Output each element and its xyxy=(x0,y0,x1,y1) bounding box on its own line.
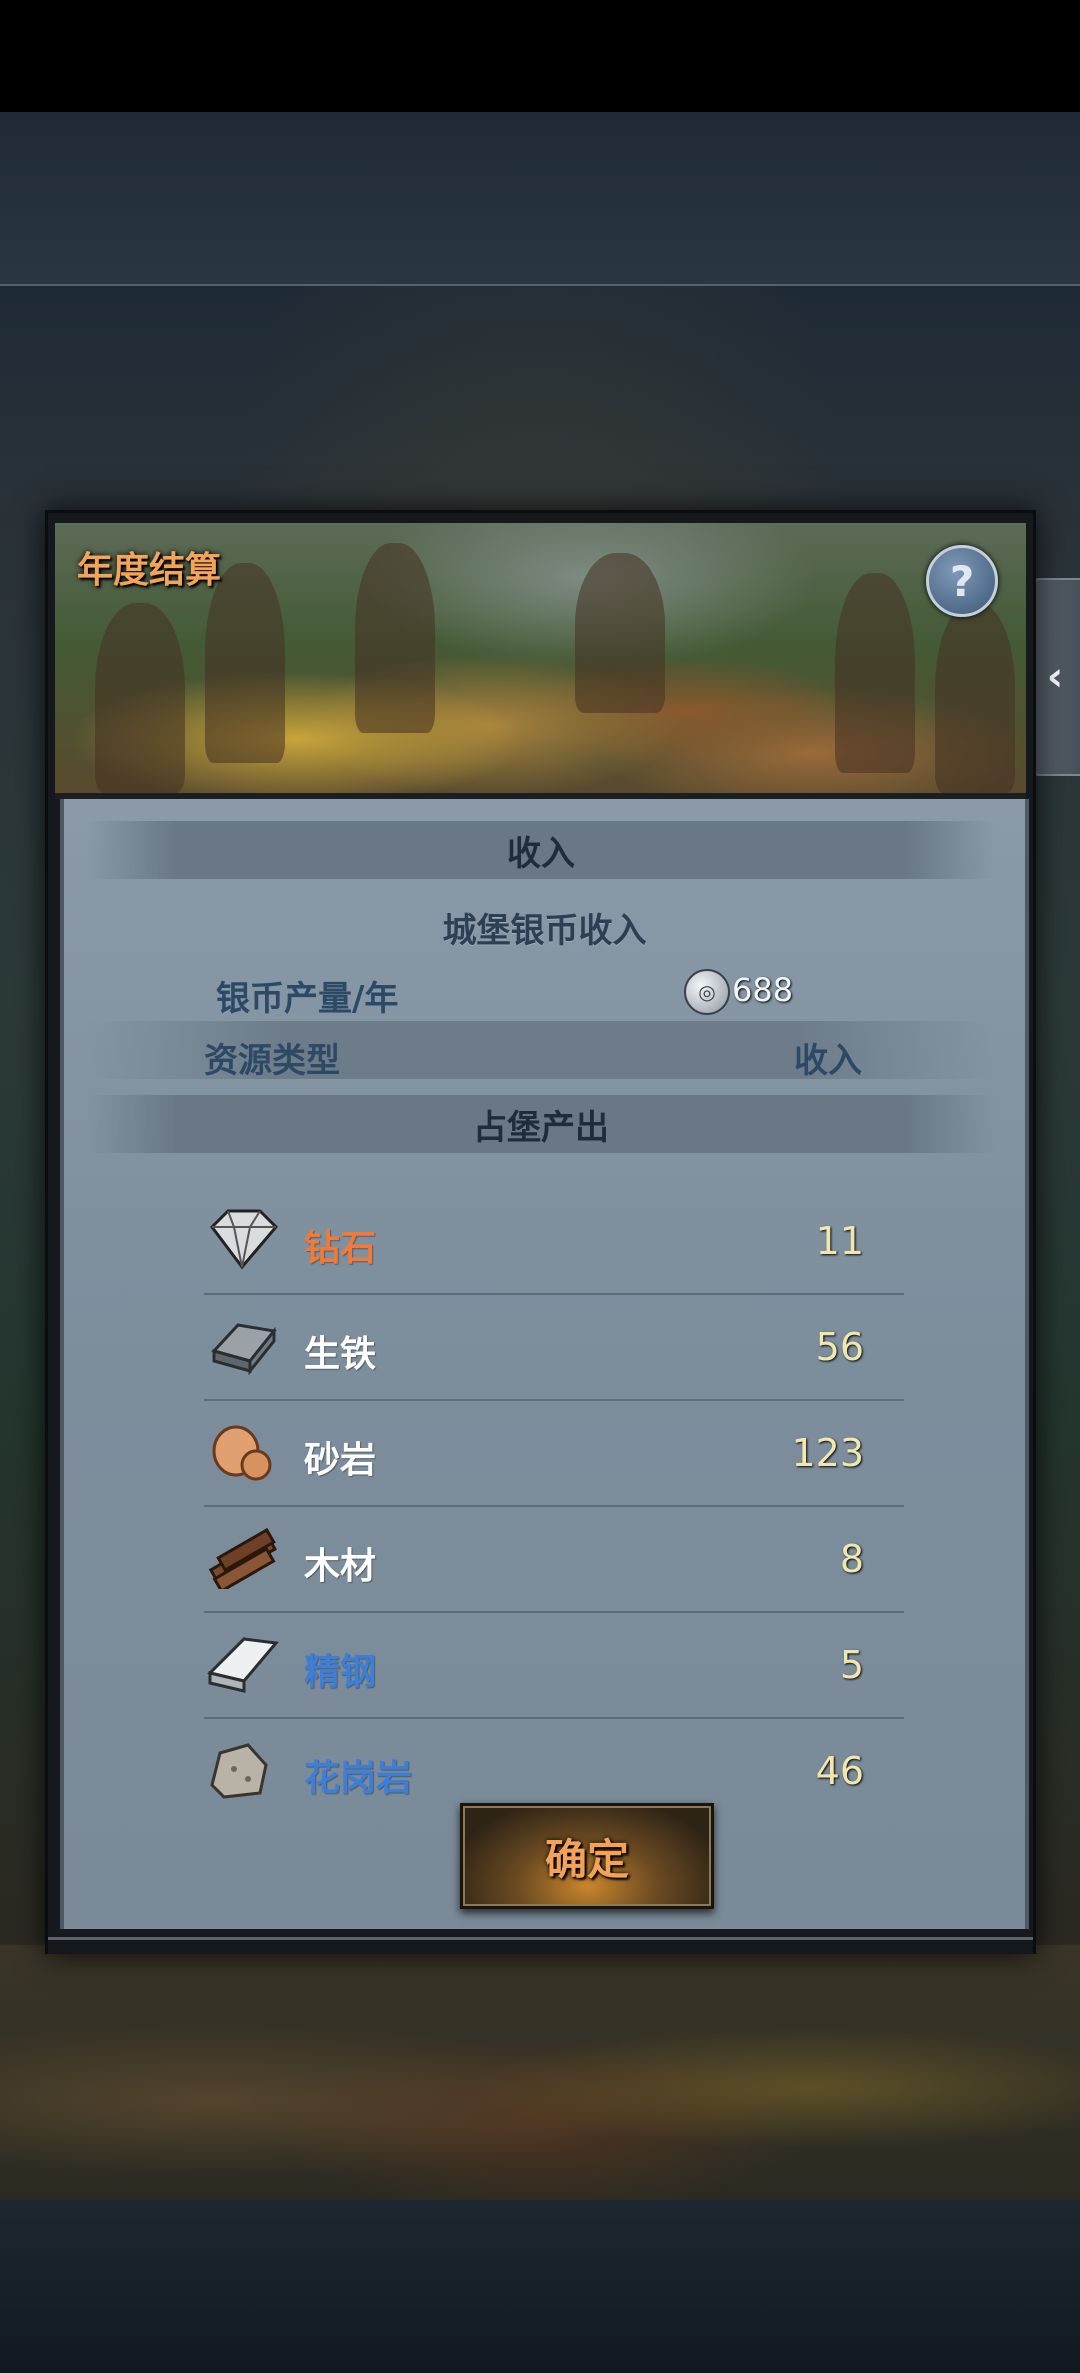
resource-name: 精钢 xyxy=(304,1652,377,1693)
castle-silver-income-title: 城堡银币收入 xyxy=(442,911,647,951)
background-crowd-art xyxy=(0,1945,1080,2205)
harvest-banner-image: 年度结算 ? xyxy=(55,523,1026,799)
output-header-band: 占堡产出 xyxy=(86,1095,996,1153)
list-item: 砂岩 123 xyxy=(204,1401,904,1507)
resource-quantity: 123 xyxy=(791,1431,864,1475)
confirm-button-label: 确定 xyxy=(544,1834,629,1884)
resource-name: 木材 xyxy=(304,1546,377,1587)
column-income: 收入 xyxy=(794,1041,862,1081)
income-header-band: 收入 xyxy=(86,821,996,879)
column-resource-type: 资源类型 xyxy=(204,1041,340,1081)
sandstone-icon xyxy=(212,1425,272,1481)
resource-name: 花岗岩 xyxy=(304,1758,413,1799)
dialog-title: 年度结算 xyxy=(77,550,222,591)
top-strip xyxy=(0,112,1080,286)
list-item: 生铁 56 xyxy=(204,1295,904,1401)
chevron-left-icon: ‹ xyxy=(1046,654,1064,700)
confirm-button[interactable]: 确定 xyxy=(460,1803,714,1909)
list-item: 木材 8 xyxy=(204,1507,904,1613)
silver-output-value: 688 xyxy=(732,971,794,1009)
dialog-bottom-frame xyxy=(48,1937,1033,1954)
resource-name: 钻石 xyxy=(304,1228,377,1269)
list-item: 钻石 11 xyxy=(204,1189,904,1295)
help-button[interactable]: ? xyxy=(926,545,998,617)
income-header: 收入 xyxy=(507,833,575,874)
resource-quantity: 56 xyxy=(815,1325,864,1369)
resource-quantity: 46 xyxy=(815,1749,864,1793)
wood-icon xyxy=(208,1527,277,1589)
settlement-panel: 收入 城堡银币收入 银币产量/年 ◎ 688 资源类型 收入 占堡产出 钻石 1… xyxy=(60,799,1029,1929)
silver-output-label: 银币产量/年 xyxy=(216,979,399,1019)
resource-quantity: 5 xyxy=(839,1643,864,1687)
status-bar xyxy=(0,0,1080,112)
granite-icon xyxy=(210,1743,268,1799)
resource-quantity: 11 xyxy=(815,1219,864,1263)
bottom-area xyxy=(0,2200,1080,2373)
iron-ingot-icon xyxy=(211,1323,277,1376)
output-header: 占堡产出 xyxy=(473,1107,609,1148)
list-item: 花岗岩 46 xyxy=(204,1719,904,1809)
annual-settlement-dialog: 年度结算 ? 收入 城堡银币收入 银币产量/年 ◎ 688 资源类型 收入 占堡… xyxy=(45,510,1036,1954)
resource-quantity: 8 xyxy=(839,1537,864,1581)
diamond-icon xyxy=(210,1209,279,1270)
list-item: 精钢 5 xyxy=(204,1613,904,1719)
resource-name: 砂岩 xyxy=(304,1440,377,1481)
resource-name: 生铁 xyxy=(304,1334,377,1375)
resource-list[interactable]: 钻石 11 生铁 56 砂岩 123 木材 8 精钢 5 花岗岩 46 xyxy=(204,1189,904,1809)
question-mark-icon: ? xyxy=(949,556,975,606)
steel-icon xyxy=(207,1637,279,1693)
silver-coin-icon: ◎ xyxy=(684,969,730,1015)
